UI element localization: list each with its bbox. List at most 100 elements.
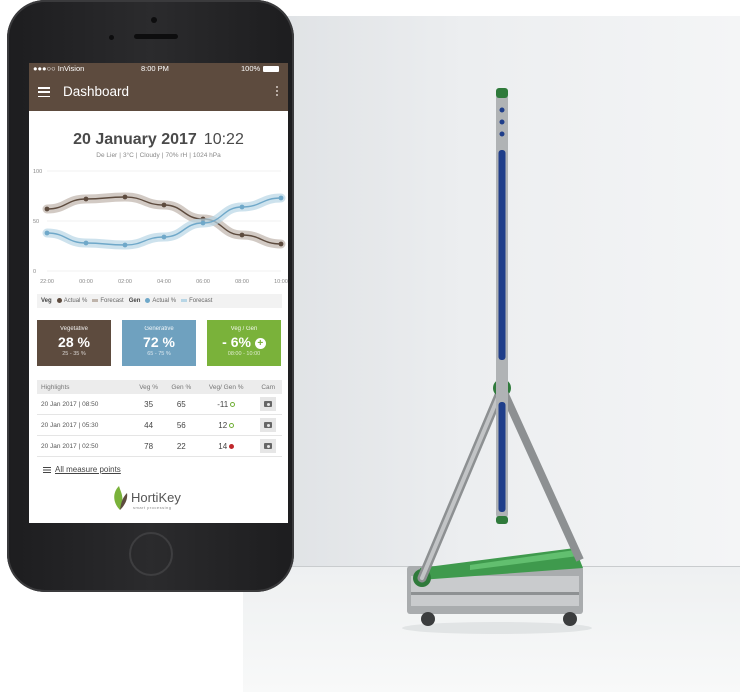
data-point-gen [239,204,245,210]
app-bar: Dashboard [29,75,288,111]
veg-gen-line-chart: 0 50 100 22:00 00:00 02:00 04:00 06:00 08:00 10:0… [33,169,288,285]
all-measure-points-label: All measure points [55,465,121,474]
veg-gen-value: - 6% [222,334,251,350]
col-gen: Gen % [164,380,199,394]
data-point-veg [239,232,245,238]
data-point-gen [278,195,284,201]
y-tick-label: 100 [33,169,42,175]
camera-icon[interactable] [260,439,277,453]
veg-gen-value-row: - 6% + [207,334,281,350]
row-cam-cell [254,435,282,457]
hortikey-logo: HortiKey smart processing [111,483,221,517]
y-tick-label: 0 [33,269,36,275]
col-cam: Cam [254,380,282,394]
row-cam-cell [254,414,282,436]
more-options-icon[interactable] [276,86,279,98]
row-diff-cell: -11 [198,394,255,415]
table-row[interactable]: 20 Jan 2017 | 05:30 44 56 12 [37,414,282,436]
row-diff: -11 [217,399,229,409]
row-diff: 12 [218,420,228,430]
front-camera [151,17,157,23]
generative-value: 72 % [143,334,175,350]
x-tick-label: 04:00 [157,279,171,285]
pressure-label: 1024 hPa [192,152,221,159]
proximity-sensor [109,35,114,40]
veg-gen-tile[interactable]: Veg / Gen - 6% + 08:00 - 10:00 [207,320,281,366]
row-diff: 14 [218,441,228,451]
table-header-row: Highlights Veg % Gen % Veg/ Gen % Cam [37,380,282,394]
y-tick-label: 50 [33,219,39,225]
row-date: 20 Jan 2017 | 08:50 [37,394,133,415]
col-veg-gen: Veg/ Gen % [198,380,255,394]
camera-icon[interactable] [260,418,277,432]
page-title: Dashboard [63,84,130,99]
generative-tile[interactable]: Generative 72 % 65 - 75 % [122,320,196,366]
table-row[interactable]: 20 Jan 2017 | 08:50 35 65 -11 [37,394,282,415]
data-point-gen [122,242,128,248]
legend-gen-label: Gen [128,298,141,304]
temperature-label: 3°C [122,152,134,159]
highlights-table: Highlights Veg % Gen % Veg/ Gen % Cam 20… [37,380,282,457]
table-row[interactable]: 20 Jan 2017 | 02:50 78 22 14 [37,435,282,457]
data-point-gen [83,240,89,246]
row-veg: 44 [132,414,165,436]
generative-range: 65 - 75 % [147,351,171,357]
data-point-gen [44,230,50,236]
legend-veg-forecast: Forecast [92,298,124,304]
status-bar: ●●●○○ InVision 8:00 PM 100% [29,63,288,75]
legend-veg-actual: Actual % [56,297,87,304]
clock-label: 8:00 PM [141,64,169,73]
status-ok-icon [230,401,236,407]
x-tick-label: 08:00 [235,279,249,285]
row-gen: 22 [164,435,199,457]
x-tick-label: 06:00 [196,279,210,285]
data-point-veg [83,196,89,202]
generative-label: Generative [144,326,174,332]
col-highlights: Highlights [37,380,133,394]
carrier-label: ●●●○○ InVision [33,64,85,73]
row-date: 20 Jan 2017 | 05:30 [37,414,133,436]
x-tick-label: 02:00 [118,279,132,285]
x-tick-label: 00:00 [79,279,93,285]
data-point-veg [44,206,50,212]
row-cam-cell [254,394,282,415]
veg-gen-label: Veg / Gen [230,326,258,332]
legend-gen-actual: Actual % [145,297,176,304]
legend-gen-forecast: Forecast [181,298,212,304]
row-date: 20 Jan 2017 | 02:50 [37,435,133,457]
row-veg: 35 [132,394,165,415]
data-point-veg [278,241,284,247]
all-measure-points-link[interactable]: All measure points [43,465,121,474]
humidity-label: 70% rH [165,152,188,159]
plus-circle-icon[interactable]: + [254,338,266,349]
phone-screen: ●●●○○ InVision 8:00 PM 100% Dashboard 20… [29,63,288,523]
battery-icon [263,66,279,72]
vegetative-value: 28 % [58,334,90,350]
row-diff-cell: 12 [198,414,255,436]
leaf-logo-icon [114,486,128,510]
col-veg: Veg % [132,380,165,394]
brand-name: HortiKey [131,490,181,505]
row-diff-cell: 14 [198,435,255,457]
list-icon [43,466,51,473]
location-label: De Lier [96,152,118,159]
vegetative-tile[interactable]: Vegetative 28 % 25 - 35 % [37,320,111,366]
battery-label: 100% [241,64,261,73]
current-date: 20 January 2017 [73,131,197,148]
row-gen: 56 [164,414,199,436]
row-gen: 65 [164,394,199,415]
chart-legend: Veg Actual % Forecast Gen Actual % Forec… [37,294,282,308]
home-button[interactable] [129,532,173,576]
status-alert-icon [229,443,235,449]
data-point-veg [161,202,167,208]
camera-icon[interactable] [260,397,277,411]
brand-tagline: smart processing [133,505,172,510]
condition-label: Cloudy [139,152,160,159]
earpiece-speaker [134,34,178,39]
menu-icon[interactable] [38,87,50,98]
row-veg: 78 [132,435,165,457]
x-tick-label: 10:00 [274,279,288,285]
veg-gen-range: 08:00 - 10:00 [227,351,261,357]
data-point-gen [161,234,167,240]
data-point-veg [122,194,128,200]
